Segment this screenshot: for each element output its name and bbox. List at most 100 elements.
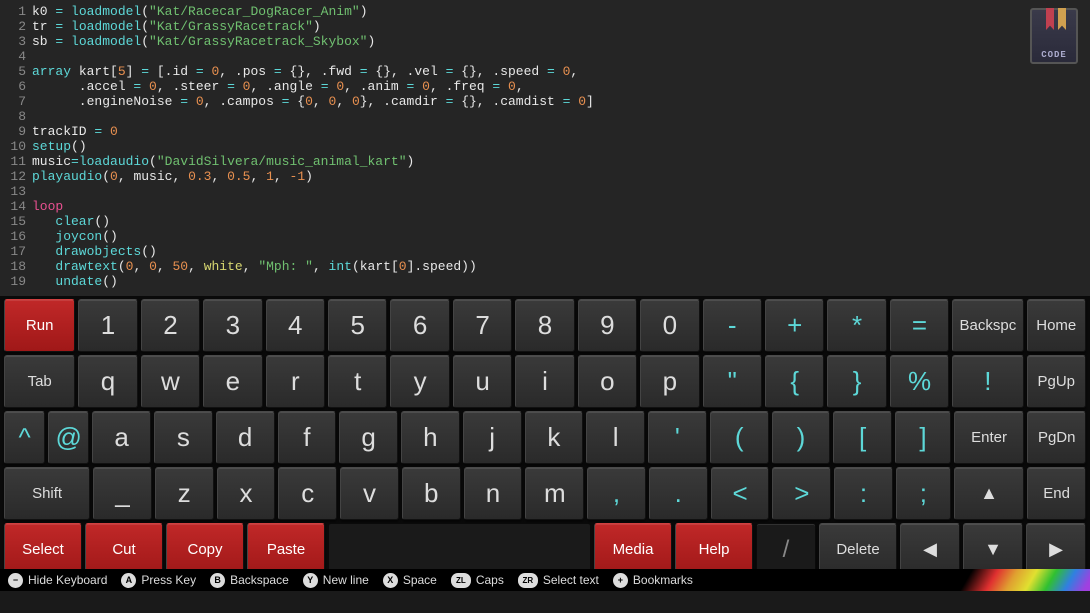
pgdn-key[interactable]: PgDn [1027, 411, 1086, 464]
hint-label: Space [403, 573, 437, 587]
key-lbracket[interactable]: [ [833, 411, 892, 464]
key-dot[interactable]: . [649, 467, 708, 520]
key-t[interactable]: t [328, 355, 387, 408]
key-i[interactable]: i [515, 355, 574, 408]
key-z[interactable]: z [155, 467, 214, 520]
hint-button-icon: X [383, 573, 398, 588]
key-exclaim[interactable]: ! [952, 355, 1023, 408]
shift-key[interactable]: Shift [4, 467, 90, 520]
home-key[interactable]: Home [1027, 299, 1086, 352]
enter-key[interactable]: Enter [954, 411, 1024, 464]
key-plus[interactable]: + [765, 299, 824, 352]
key-s[interactable]: s [154, 411, 213, 464]
code-line[interactable]: 18 drawtext(0, 0, 50, white, "Mph: ", in… [0, 259, 1090, 274]
code-line[interactable]: 7 .engineNoise = 0, .campos = {0, 0, 0},… [0, 94, 1090, 109]
key-equals[interactable]: = [890, 299, 949, 352]
key-quote[interactable]: " [703, 355, 762, 408]
key-9[interactable]: 9 [578, 299, 637, 352]
key-percent[interactable]: % [890, 355, 949, 408]
key-at[interactable]: @ [48, 411, 89, 464]
code-content: tr = loadmodel("Kat/GrassyRacetrack") [32, 19, 321, 34]
key-n[interactable]: n [464, 467, 523, 520]
code-line[interactable]: 8 [0, 109, 1090, 124]
key-h[interactable]: h [401, 411, 460, 464]
key-lparen[interactable]: ( [710, 411, 769, 464]
code-line[interactable]: 17 drawobjects() [0, 244, 1090, 259]
rainbow-stripe-icon [960, 569, 1090, 591]
code-editor[interactable]: CODE 1k0 = loadmodel("Kat/Racecar_DogRac… [0, 0, 1090, 296]
code-line[interactable]: 14loop [0, 199, 1090, 214]
hint-button-icon: ZR [518, 573, 538, 588]
key-asterisk[interactable]: * [827, 299, 886, 352]
key-b[interactable]: b [402, 467, 461, 520]
code-line[interactable]: 11music=loadaudio("DavidSilvera/music_an… [0, 154, 1090, 169]
key-w[interactable]: w [141, 355, 200, 408]
key-y[interactable]: y [390, 355, 449, 408]
key-u[interactable]: u [453, 355, 512, 408]
key-c[interactable]: c [278, 467, 337, 520]
key-underscore[interactable]: _ [93, 467, 152, 520]
key-l[interactable]: l [586, 411, 645, 464]
key-apos[interactable]: ' [648, 411, 707, 464]
key-gt[interactable]: > [772, 467, 831, 520]
code-line[interactable]: 16 joycon() [0, 229, 1090, 244]
key-3[interactable]: 3 [203, 299, 262, 352]
key-a[interactable]: a [92, 411, 151, 464]
key-k[interactable]: k [525, 411, 584, 464]
code-book-icon[interactable]: CODE [1030, 8, 1078, 64]
code-line[interactable]: 12playaudio(0, music, 0.3, 0.5, 1, -1) [0, 169, 1090, 184]
key-caret[interactable]: ^ [4, 411, 45, 464]
key-rparen[interactable]: ) [772, 411, 831, 464]
key-d[interactable]: d [216, 411, 275, 464]
key-rbrace[interactable]: } [827, 355, 886, 408]
key-5[interactable]: 5 [328, 299, 387, 352]
key-m[interactable]: m [525, 467, 584, 520]
pgup-key[interactable]: PgUp [1027, 355, 1086, 408]
key-1[interactable]: 1 [78, 299, 137, 352]
key-e[interactable]: e [203, 355, 262, 408]
hint-item: YNew line [303, 573, 369, 588]
key-comma[interactable]: , [587, 467, 646, 520]
run-key[interactable]: Run [4, 299, 75, 352]
line-number: 13 [0, 184, 32, 199]
code-line[interactable]: 3sb = loadmodel("Kat/GrassyRacetrack_Sky… [0, 34, 1090, 49]
code-line[interactable]: 4 [0, 49, 1090, 64]
key-q[interactable]: q [78, 355, 137, 408]
end-key[interactable]: End [1027, 467, 1086, 520]
code-line[interactable]: 10setup() [0, 139, 1090, 154]
key-8[interactable]: 8 [515, 299, 574, 352]
hint-item: APress Key [121, 573, 196, 588]
key-minus[interactable]: - [703, 299, 762, 352]
code-line[interactable]: 2tr = loadmodel("Kat/GrassyRacetrack") [0, 19, 1090, 34]
key-o[interactable]: o [578, 355, 637, 408]
line-number: 3 [0, 34, 32, 49]
arrow-up-key[interactable] [954, 467, 1025, 520]
key-rbracket[interactable]: ] [895, 411, 951, 464]
code-line[interactable]: 5array kart[5] = [.id = 0, .pos = {}, .f… [0, 64, 1090, 79]
key-j[interactable]: j [463, 411, 522, 464]
code-line[interactable]: 19 undate() [0, 274, 1090, 289]
key-p[interactable]: p [640, 355, 699, 408]
key-0[interactable]: 0 [640, 299, 699, 352]
key-g[interactable]: g [339, 411, 398, 464]
code-line[interactable]: 13 [0, 184, 1090, 199]
code-line[interactable]: 15 clear() [0, 214, 1090, 229]
backspace-key[interactable]: Backspc [952, 299, 1023, 352]
code-content: undate() [32, 274, 118, 289]
code-line[interactable]: 9trackID = 0 [0, 124, 1090, 139]
key-2[interactable]: 2 [141, 299, 200, 352]
key-colon[interactable]: : [834, 467, 893, 520]
key-f[interactable]: f [278, 411, 337, 464]
key-7[interactable]: 7 [453, 299, 512, 352]
key-x[interactable]: x [217, 467, 276, 520]
key-lbrace[interactable]: { [765, 355, 824, 408]
key-lt[interactable]: < [711, 467, 770, 520]
key-r[interactable]: r [266, 355, 325, 408]
code-line[interactable]: 6 .accel = 0, .steer = 0, .angle = 0, .a… [0, 79, 1090, 94]
tab-key[interactable]: Tab [4, 355, 75, 408]
key-semicolon[interactable]: ; [896, 467, 951, 520]
code-line[interactable]: 1k0 = loadmodel("Kat/Racecar_DogRacer_An… [0, 4, 1090, 19]
key-6[interactable]: 6 [390, 299, 449, 352]
key-4[interactable]: 4 [266, 299, 325, 352]
key-v[interactable]: v [340, 467, 399, 520]
